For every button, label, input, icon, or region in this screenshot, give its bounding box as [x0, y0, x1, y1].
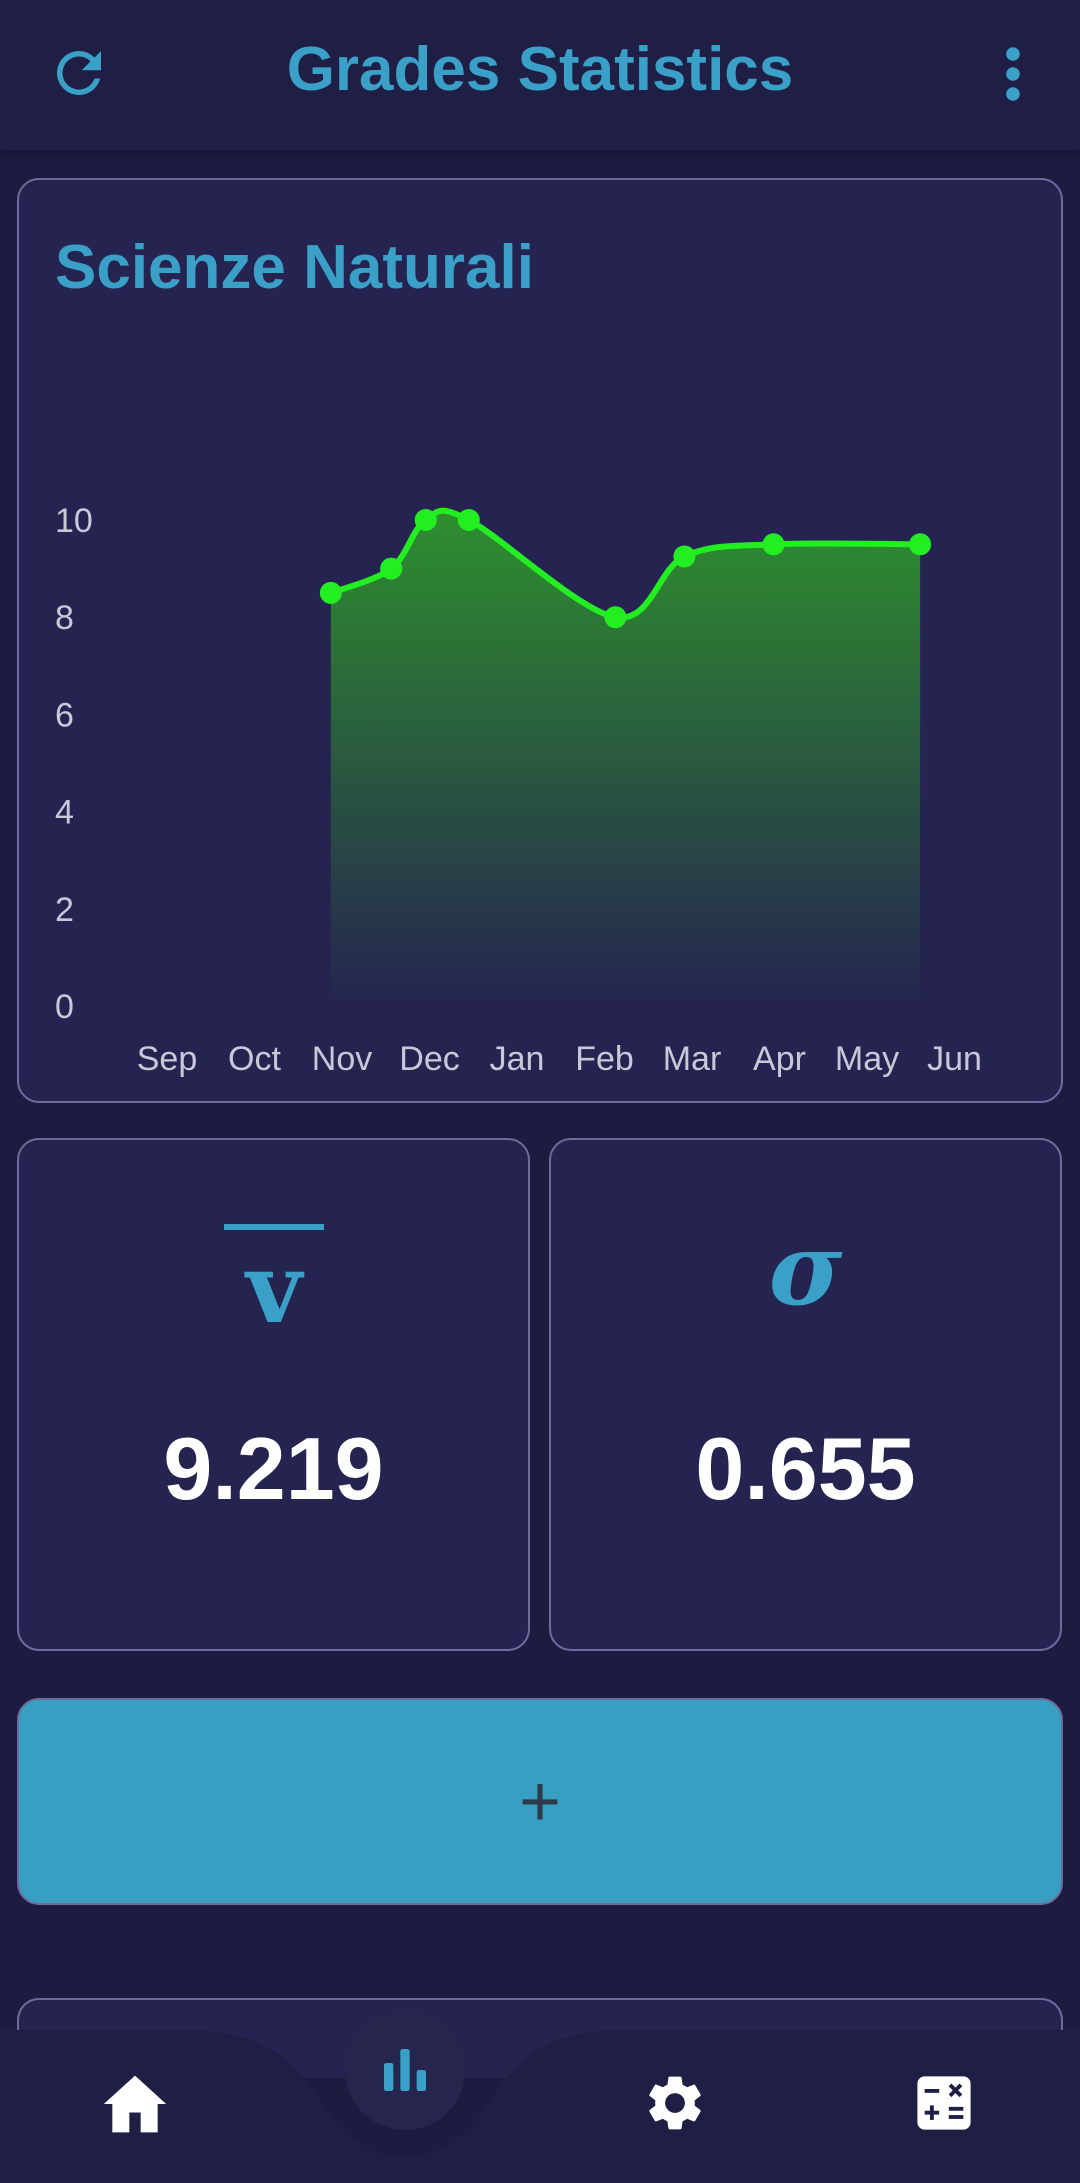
add-grade-label: +	[518, 1761, 562, 1842]
x-tick-label: Oct	[228, 1040, 281, 1078]
y-tick-label: 8	[55, 599, 74, 637]
std-dev-card: σ 0.655	[549, 1138, 1062, 1651]
data-point[interactable]	[673, 545, 696, 568]
x-tick-label: May	[835, 1040, 899, 1078]
mean-symbol: v	[19, 1220, 528, 1345]
data-point[interactable]	[319, 581, 342, 604]
x-tick-label: Jan	[490, 1040, 545, 1078]
grades-line-chart: 0 2 4 6 8 10 Sep Oct Nov Dec Jan Feb Mar Apr May Jun	[55, 502, 982, 1078]
y-tick-label: 0	[55, 988, 74, 1026]
data-point[interactable]	[380, 557, 403, 580]
page-title: Grades Statistics	[286, 35, 794, 104]
x-tick-label: Jun	[927, 1040, 982, 1078]
mean-bar-icon: v	[223, 1224, 324, 1345]
x-tick-label: Nov	[312, 1040, 372, 1078]
data-point[interactable]	[762, 533, 785, 556]
mean-card: v 9.219	[17, 1138, 530, 1651]
data-point[interactable]	[414, 509, 437, 531]
y-tick-label: 4	[55, 794, 74, 832]
data-point[interactable]	[909, 533, 932, 556]
x-tick-label: Sep	[137, 1040, 198, 1078]
home-icon[interactable]	[101, 2072, 169, 2136]
data-point[interactable]	[604, 606, 627, 629]
y-tick-label: 10	[55, 502, 93, 540]
app-bar: Grades Statistics	[0, 0, 1080, 150]
std-dev-value: 0.655	[695, 1419, 916, 1518]
bottom-navigation	[0, 2010, 1080, 2183]
x-tick-label: Apr	[753, 1040, 806, 1078]
std-dev-symbol: σ	[551, 1210, 1060, 1328]
chart-area-fill	[330, 510, 921, 1006]
x-tick-label: Feb	[575, 1040, 634, 1078]
x-tick-label: Mar	[663, 1040, 722, 1078]
y-tick-label: 2	[55, 891, 74, 929]
more-vert-icon[interactable]	[990, 44, 1036, 104]
std-dev-symbol-letter: σ	[768, 1210, 843, 1328]
bar-chart-icon[interactable]	[377, 2042, 433, 2098]
data-point[interactable]	[457, 509, 480, 531]
chart-card: Scienze Naturali 0 2 4 6 8 10 Sep Oct Nov Dec Jan…	[17, 178, 1063, 1103]
add-grade-button[interactable]: +	[17, 1698, 1063, 1905]
calculator-icon[interactable]	[915, 2074, 973, 2132]
settings-gear-icon[interactable]	[642, 2070, 708, 2136]
mean-value: 9.219	[163, 1419, 384, 1518]
mean-symbol-letter: v	[244, 1232, 305, 1330]
y-tick-label: 6	[55, 696, 74, 734]
x-tick-label: Dec	[399, 1040, 459, 1078]
